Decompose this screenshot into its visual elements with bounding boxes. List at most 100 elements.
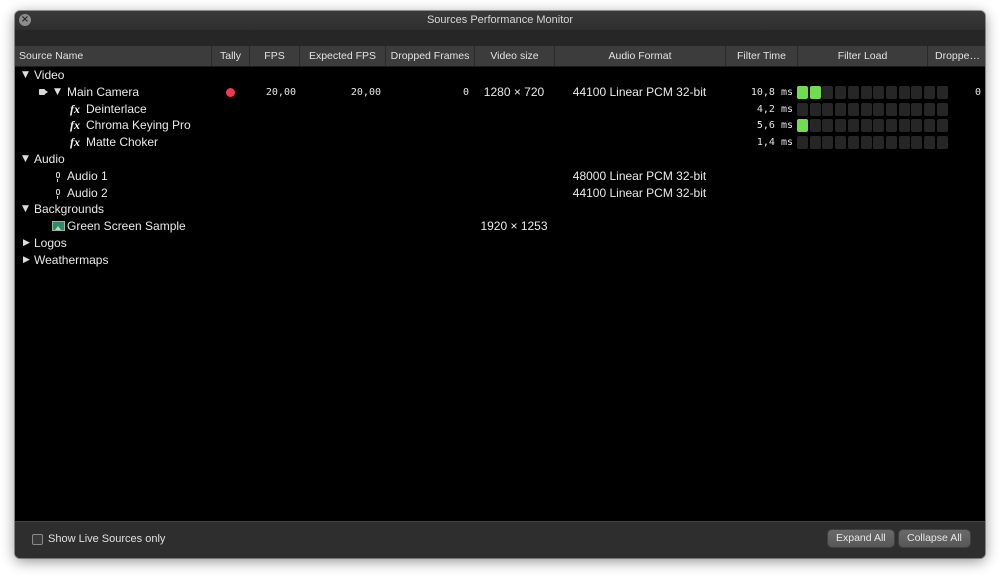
meter-segment <box>847 85 859 99</box>
meter-segment <box>822 119 834 133</box>
microphone-icon <box>56 188 60 199</box>
tree-row-audio-source[interactable]: Audio 2 44100 Linear PCM 32-bit <box>15 185 985 202</box>
meter-segment <box>898 136 910 150</box>
meter-segment <box>873 136 885 150</box>
disclosure-triangle-collapsed-icon[interactable]: ▶ <box>23 235 30 252</box>
meter-segment <box>835 119 847 133</box>
tree-row-weathermaps[interactable]: ▶ Weathermaps <box>15 252 985 269</box>
filter-time-value: 1,4 ms <box>756 137 793 149</box>
image-thumbnail-icon <box>52 221 65 232</box>
filter-load-meter <box>797 136 948 150</box>
column-header-filter-time[interactable]: Filter Time <box>725 46 797 66</box>
meter-segment <box>924 136 935 150</box>
disclosure-triangle-expanded-icon[interactable]: ▼ <box>22 67 29 84</box>
tree-row-audio-source[interactable]: Audio 1 48000 Linear PCM 32-bit <box>15 168 985 185</box>
tree-row-backgrounds[interactable]: ▼ Backgrounds <box>15 201 985 218</box>
filter-name: Chroma Keying Pro <box>86 118 191 133</box>
tree-row-filter[interactable]: fx Deinterlace 4,2 ms <box>15 101 985 118</box>
expand-all-button[interactable]: Expand All <box>828 530 894 547</box>
audio-format-value: 44100 Linear PCM 32-bit <box>572 84 707 99</box>
meter-segment <box>860 102 872 116</box>
video-size-value: 1920 × 1253 <box>480 219 548 234</box>
video-size-value: 1280 × 720 <box>483 84 545 99</box>
column-header-fps[interactable]: FPS <box>249 46 299 66</box>
audio-format-value: 48000 Linear PCM 32-bit <box>572 168 707 183</box>
meter-segment <box>873 102 885 116</box>
meter-segment <box>936 136 948 150</box>
meter-segment <box>873 85 885 99</box>
column-header-dropped[interactable]: Droppe… <box>927 46 985 66</box>
tally-live-icon <box>226 87 235 97</box>
toolbar-area <box>15 30 985 46</box>
fx-icon: fx <box>70 135 80 150</box>
column-header-tally[interactable]: Tally <box>211 46 249 66</box>
dropped-value: 0 <box>974 86 981 98</box>
meter-segment <box>911 119 923 133</box>
tree-row-background-source[interactable]: Green Screen Sample 1920 × 1253 <box>15 218 985 235</box>
tree-row-audio[interactable]: ▼ Audio <box>15 151 985 168</box>
meter-segment-lit <box>809 85 821 99</box>
group-label-video: Video <box>34 68 65 82</box>
meter-segment <box>835 102 847 116</box>
meter-segment <box>898 119 910 133</box>
disclosure-triangle-expanded-icon[interactable]: ▼ <box>22 201 29 218</box>
meter-segment <box>809 119 821 133</box>
filter-time-value: 5,6 ms <box>756 120 793 132</box>
dropped-frames-value: 0 <box>462 86 469 98</box>
meter-segment <box>924 102 935 116</box>
filter-load-meter <box>797 102 948 116</box>
meter-segment <box>809 102 821 116</box>
meter-segment <box>860 136 872 150</box>
meter-segment <box>822 85 834 99</box>
fps-value: 20,00 <box>265 86 296 98</box>
tree-row-main-camera[interactable]: ▼ Main Camera 20,00 20,00 0 1280 × 720 4… <box>15 84 985 101</box>
meter-segment <box>898 85 910 99</box>
tree-row-filter[interactable]: fx Matte Choker 1,4 ms <box>15 134 985 151</box>
column-header-expected-fps[interactable]: Expected FPS <box>299 46 385 66</box>
meter-segment <box>911 136 923 150</box>
meter-segment <box>847 136 859 150</box>
column-header-filter-load[interactable]: Filter Load <box>797 46 927 66</box>
meter-segment <box>911 102 923 116</box>
meter-segment-lit <box>797 85 808 99</box>
title-bar: × Sources Performance Monitor <box>15 11 985 30</box>
meter-segment <box>822 102 834 116</box>
filter-load-meter <box>797 119 948 133</box>
filter-load-meter <box>797 85 948 99</box>
meter-segment <box>936 102 948 116</box>
meter-segment <box>885 85 897 99</box>
source-tree: ▼ Video ▼ Main Camera 20,00 20,00 0 1280… <box>15 67 985 269</box>
disclosure-triangle-expanded-icon[interactable]: ▼ <box>22 151 29 168</box>
column-header-source-name[interactable]: Source Name <box>15 46 211 66</box>
tree-row-video[interactable]: ▼ Video <box>15 67 985 84</box>
tree-row-filter[interactable]: fx Chroma Keying Pro 5,6 ms <box>15 117 985 134</box>
meter-segment <box>822 136 834 150</box>
column-header-dropped-frames[interactable]: Dropped Frames <box>385 46 474 66</box>
background-source-name: Green Screen Sample <box>67 219 186 234</box>
show-live-sources-label[interactable]: Show Live Sources only <box>48 532 165 547</box>
source-name-main-camera: Main Camera <box>67 84 140 99</box>
meter-segment <box>809 136 821 150</box>
tree-row-logos[interactable]: ▶ Logos <box>15 235 985 252</box>
fx-icon: fx <box>70 101 80 116</box>
disclosure-triangle-expanded-icon[interactable]: ▼ <box>54 84 61 101</box>
filter-time-value: 10,8 ms <box>750 86 793 98</box>
column-header-video-size[interactable]: Video size <box>474 46 554 66</box>
meter-segment <box>835 85 847 99</box>
filter-time-value: 4,2 ms <box>756 103 793 115</box>
meter-segment <box>860 119 872 133</box>
collapse-all-button[interactable]: Collapse All <box>899 530 970 547</box>
group-label-logos: Logos <box>34 235 67 250</box>
show-live-sources-checkbox[interactable] <box>32 534 43 545</box>
meter-segment <box>835 136 847 150</box>
meter-segment <box>885 119 897 133</box>
disclosure-triangle-collapsed-icon[interactable]: ▶ <box>23 252 30 269</box>
meter-segment <box>847 119 859 133</box>
window-title: Sources Performance Monitor <box>426 14 574 26</box>
close-icon[interactable]: × <box>19 14 31 26</box>
column-header-audio-format[interactable]: Audio Format <box>554 46 725 66</box>
meter-segment <box>873 119 885 133</box>
meter-segment <box>797 102 808 116</box>
group-label-backgrounds: Backgrounds <box>34 202 105 217</box>
meter-segment <box>885 102 897 116</box>
